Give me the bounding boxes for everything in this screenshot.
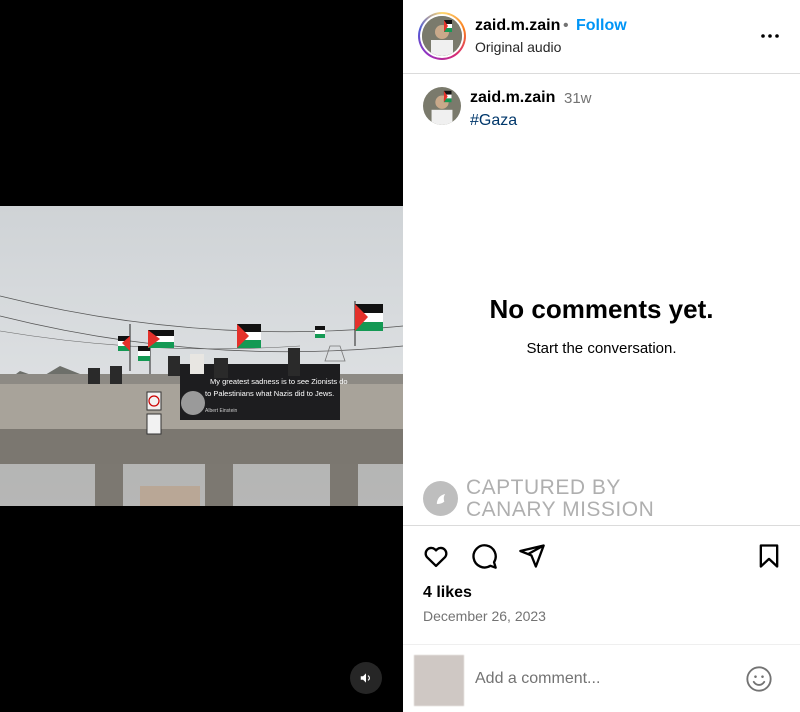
hashtag-link[interactable]: #Gaza	[470, 112, 517, 130]
caption-timestamp: 31w	[564, 90, 592, 107]
current-user-avatar	[414, 655, 464, 706]
separator-dot: •	[563, 17, 569, 34]
like-button[interactable]	[422, 542, 452, 572]
comment-input[interactable]	[475, 667, 725, 691]
video-player[interactable]: My greatest sadness is to see Zionists d…	[0, 0, 403, 712]
emoji-button[interactable]	[745, 665, 773, 693]
share-button[interactable]	[518, 542, 548, 572]
banner-attribution: Albert Einstein	[205, 408, 237, 414]
emoji-smile-icon	[746, 666, 772, 692]
caption-avatar[interactable]	[423, 87, 461, 125]
mute-button[interactable]	[350, 662, 382, 694]
comment-bubble-icon	[472, 544, 497, 569]
video-frame[interactable]: My greatest sadness is to see Zionists d…	[0, 206, 403, 506]
paper-plane-icon	[519, 544, 545, 568]
actions-divider	[403, 525, 800, 526]
empty-comments-title: No comments yet.	[489, 294, 714, 324]
original-audio-link[interactable]: Original audio	[475, 39, 561, 55]
watermark-line-1: CAPTURED BY	[466, 476, 621, 499]
post-header: zaid.m.zain • Follow Original audio	[403, 0, 800, 74]
story-ring-avatar[interactable]	[418, 12, 466, 60]
avatar	[422, 16, 462, 56]
save-button[interactable]	[755, 542, 785, 572]
header-username[interactable]: zaid.m.zain	[475, 17, 560, 35]
comment-composer	[403, 644, 800, 712]
more-horizontal-icon	[761, 34, 779, 38]
heart-icon	[424, 546, 448, 568]
watermark-line-2: CANARY MISSION	[466, 498, 655, 521]
speaker-icon	[360, 673, 371, 683]
post-details-panel: zaid.m.zain • Follow Original audio zaid…	[403, 0, 800, 712]
banner-text-1: My greatest sadness is to see Zionists d…	[210, 377, 348, 386]
more-options-button[interactable]	[758, 24, 782, 48]
follow-button[interactable]: Follow	[576, 17, 627, 35]
watermark: CAPTURED BY CANARY MISSION	[423, 476, 673, 522]
empty-comments-subtitle: Start the conversation.	[526, 340, 677, 357]
likes-count[interactable]: 4 likes	[423, 584, 472, 602]
bookmark-icon	[759, 544, 779, 568]
comment-button[interactable]	[470, 542, 500, 572]
video-still: My greatest sadness is to see Zionists d…	[0, 206, 403, 506]
post-date: December 26, 2023	[423, 608, 546, 624]
caption-username[interactable]: zaid.m.zain	[470, 89, 555, 107]
canary-bird-icon	[423, 481, 458, 516]
banner-text-2: to Palestinians what Nazis did to Jews.	[205, 389, 334, 398]
